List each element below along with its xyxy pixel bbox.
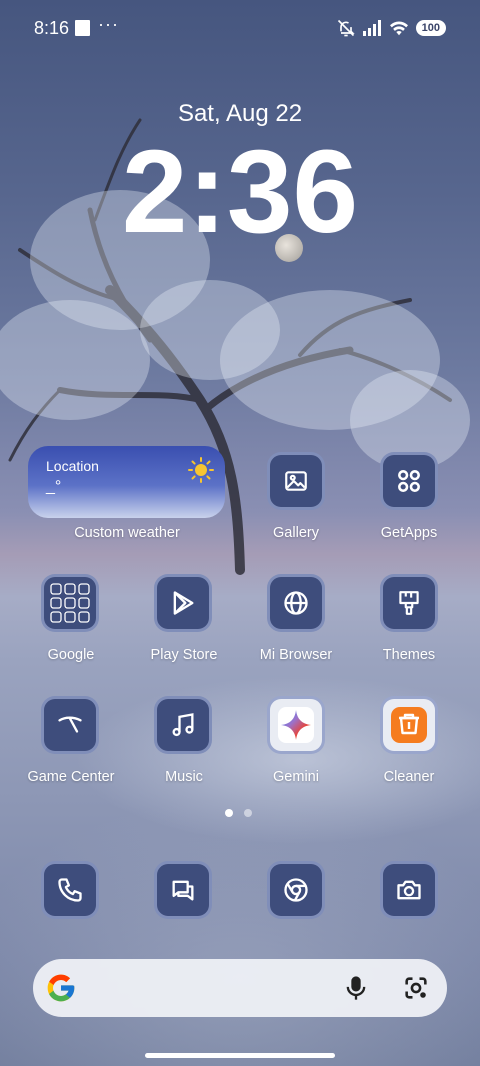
cleaner-app-icon[interactable] bbox=[380, 696, 438, 754]
status-bar: 8:16 ··· 100 bbox=[0, 0, 480, 56]
music-note-icon bbox=[172, 713, 194, 737]
getapps-icon bbox=[398, 470, 420, 492]
weather-location: Location bbox=[46, 458, 99, 474]
getapps-label[interactable]: GetApps bbox=[349, 525, 469, 541]
page-indicator bbox=[225, 809, 252, 817]
dock-chrome-app[interactable] bbox=[267, 861, 325, 919]
gallery-icon bbox=[285, 471, 307, 491]
dock-messages-app[interactable] bbox=[154, 861, 212, 919]
trash-icon bbox=[391, 707, 427, 743]
google-lens-icon[interactable] bbox=[402, 974, 430, 1002]
gesture-navigation-bar[interactable] bbox=[145, 1053, 335, 1058]
clock-time: 2:36 bbox=[121, 126, 359, 258]
dock-camera-app[interactable] bbox=[380, 861, 438, 919]
weather-widget-label: Custom weather bbox=[74, 525, 180, 541]
chrome-icon bbox=[284, 878, 308, 902]
google-search-bar[interactable] bbox=[33, 959, 447, 1017]
globe-icon bbox=[284, 591, 308, 615]
page-dot[interactable] bbox=[244, 809, 252, 817]
moon-image bbox=[275, 234, 303, 262]
dock-phone-app[interactable] bbox=[41, 861, 99, 919]
status-time: 8:16 bbox=[34, 18, 70, 38]
play-store-app-icon[interactable] bbox=[154, 574, 212, 632]
gemini-app-icon[interactable] bbox=[267, 696, 325, 754]
gallery-app-icon[interactable] bbox=[267, 452, 325, 510]
themes-label[interactable]: Themes bbox=[349, 647, 469, 663]
cleaner-label[interactable]: Cleaner bbox=[349, 769, 469, 785]
camera-icon bbox=[397, 880, 421, 900]
gemini-label[interactable]: Gemini bbox=[236, 769, 356, 785]
mi-browser-label[interactable]: Mi Browser bbox=[236, 647, 356, 663]
google-g-icon bbox=[47, 974, 75, 1002]
notification-square-icon bbox=[75, 20, 90, 36]
game-center-app-icon[interactable] bbox=[41, 696, 99, 754]
battery-indicator: 100 bbox=[415, 20, 446, 36]
microphone-icon[interactable] bbox=[342, 974, 370, 1002]
mi-browser-app-icon[interactable] bbox=[267, 574, 325, 632]
gemini-sparkle-icon bbox=[278, 707, 314, 743]
game-center-icon bbox=[58, 716, 82, 733]
phone-icon bbox=[58, 878, 82, 902]
themes-app-icon[interactable] bbox=[380, 574, 438, 632]
app-folder-grid-icon bbox=[50, 583, 90, 623]
signal-icon bbox=[362, 20, 381, 36]
paint-brush-icon bbox=[399, 591, 419, 615]
music-label[interactable]: Music bbox=[124, 769, 244, 785]
weather-widget[interactable]: Location _° bbox=[28, 446, 225, 518]
game-center-label[interactable]: Game Center bbox=[11, 769, 131, 785]
music-app-icon[interactable] bbox=[154, 696, 212, 754]
page-dot-current bbox=[225, 809, 233, 817]
google-folder-label[interactable]: Google bbox=[11, 647, 131, 663]
messages-icon bbox=[172, 880, 194, 901]
date-text: Sat, Aug 22 bbox=[177, 100, 303, 127]
getapps-app-icon[interactable] bbox=[380, 452, 438, 510]
mute-bell-icon bbox=[337, 19, 355, 37]
weather-temperature: _° bbox=[46, 478, 62, 495]
sun-icon bbox=[188, 457, 214, 483]
more-notifications-icon: ··· bbox=[98, 14, 119, 34]
play-store-label[interactable]: Play Store bbox=[124, 647, 244, 663]
wifi-icon bbox=[389, 21, 408, 36]
gallery-label[interactable]: Gallery bbox=[236, 525, 356, 541]
google-folder-icon[interactable] bbox=[41, 574, 99, 632]
play-store-icon bbox=[173, 591, 194, 615]
